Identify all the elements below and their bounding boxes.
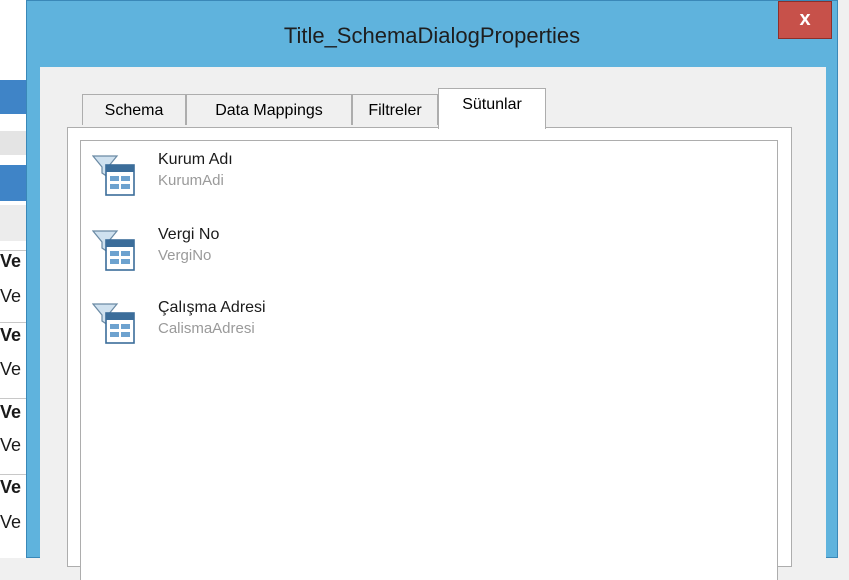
- list-item[interactable]: Çalışma Adresi CalismaAdresi: [92, 299, 412, 363]
- column-label: Vergi No: [158, 226, 220, 243]
- background-text: Ve: [0, 251, 22, 271]
- title-bar[interactable]: Title_SchemaDialogProperties: [27, 1, 837, 67]
- dialog-body: Schema Data Mappings Filtreler Sütunlar …: [40, 67, 826, 580]
- background-text: Ve: [0, 402, 22, 422]
- filter-table-icon: [92, 155, 135, 196]
- schema-properties-dialog: Title_SchemaDialogProperties x Schema Da…: [26, 0, 838, 580]
- tab-panel-sutunlar: Kurum Adı KurumAdi Vergi No VergiNo Çalı…: [67, 127, 792, 580]
- close-button[interactable]: x: [778, 1, 832, 39]
- column-label: Kurum Adı: [158, 151, 233, 168]
- tab-filtreler[interactable]: Filtreler: [352, 94, 438, 125]
- column-field-name: KurumAdi: [158, 172, 224, 189]
- background-text: Ve: [0, 512, 22, 532]
- background-text: Ve: [0, 286, 22, 306]
- filter-table-icon: [92, 230, 135, 271]
- filter-table-icon: [92, 303, 135, 344]
- background-text: Ve: [0, 359, 22, 379]
- list-item[interactable]: Kurum Adı KurumAdi: [92, 151, 412, 215]
- background-text: Ve: [0, 435, 22, 455]
- column-field-name: VergiNo: [158, 247, 212, 264]
- tab-schema[interactable]: Schema: [82, 94, 186, 125]
- column-field-name: CalismaAdresi: [158, 320, 255, 337]
- columns-list[interactable]: Kurum Adı KurumAdi Vergi No VergiNo Çalı…: [80, 140, 778, 580]
- dialog-title: Title_SchemaDialogProperties: [283, 23, 581, 48]
- tab-sutunlar[interactable]: Sütunlar: [438, 88, 546, 129]
- background-text: Ve: [0, 477, 22, 497]
- column-label: Çalışma Adresi: [158, 299, 266, 316]
- list-item[interactable]: Vergi No VergiNo: [92, 226, 412, 290]
- tab-data-mappings[interactable]: Data Mappings: [186, 94, 352, 125]
- background-text: Ve: [0, 325, 22, 345]
